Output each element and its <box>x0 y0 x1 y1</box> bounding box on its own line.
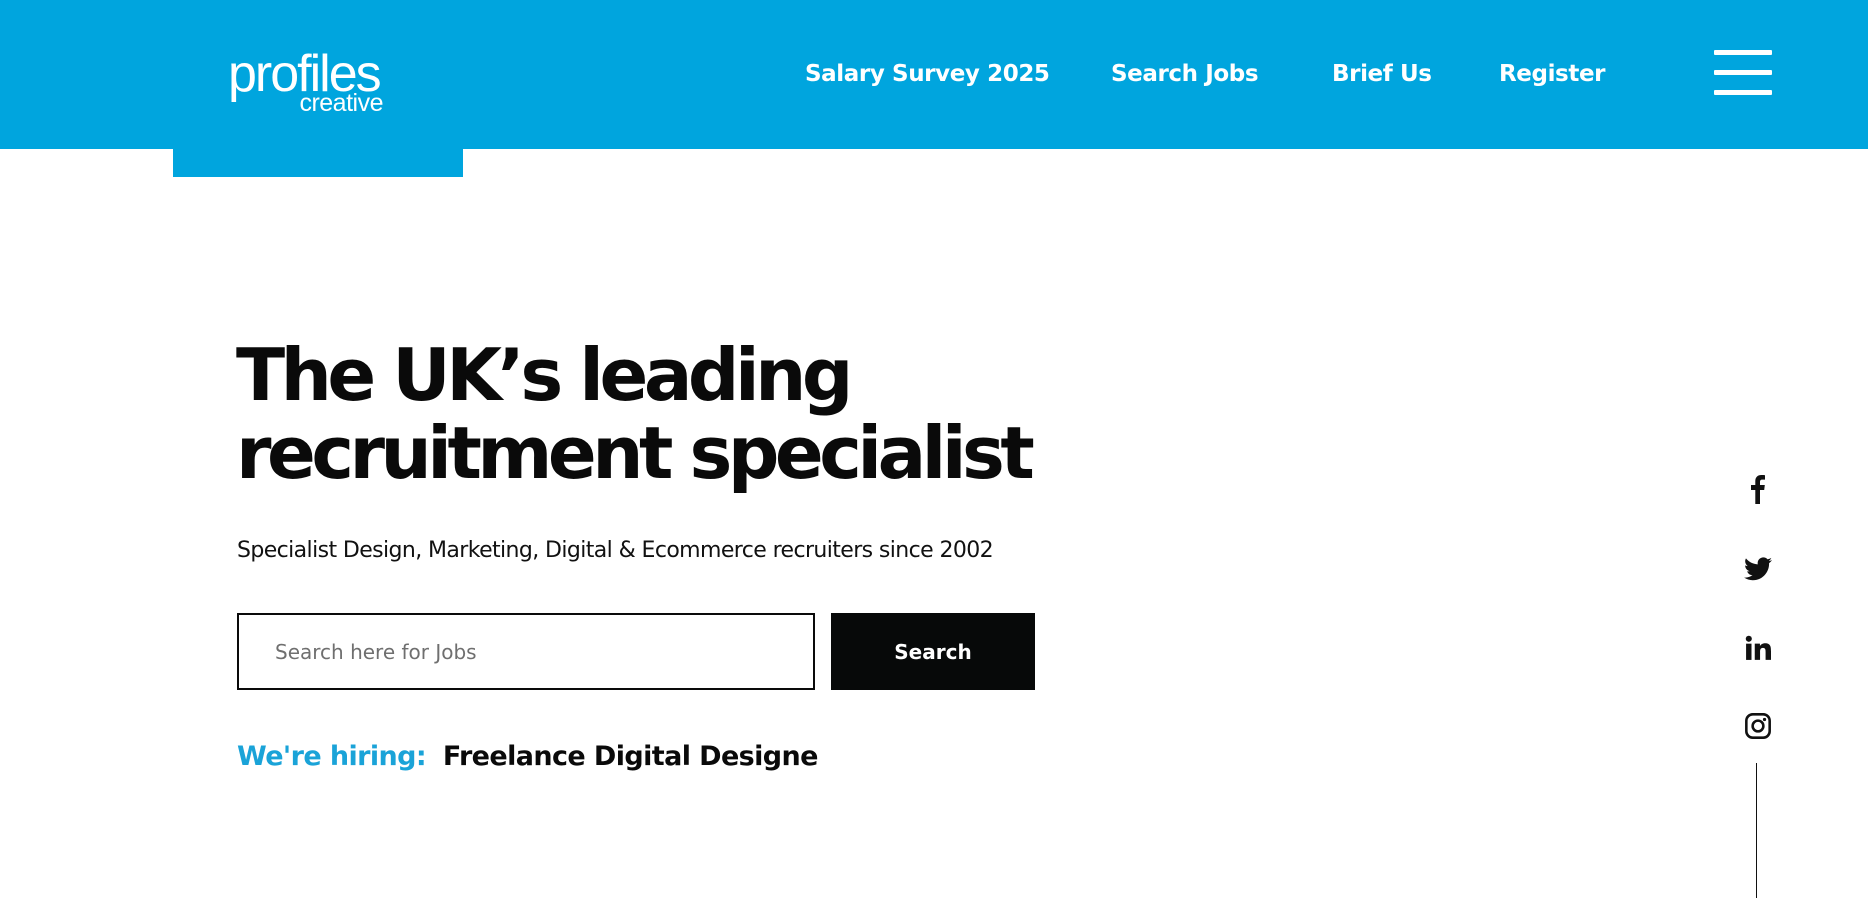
hero-headline: The UK’s leading recruitment specialist <box>236 336 1136 492</box>
site-header: profiles creative Salary Survey 2025 Sea… <box>0 0 1868 149</box>
menu-bar <box>1714 50 1772 55</box>
headline-line-2: recruitment specialist <box>236 411 1035 495</box>
hero-subheadline: Specialist Design, Marketing, Digital & … <box>237 538 994 563</box>
nav-register[interactable]: Register <box>1499 57 1605 91</box>
header-tab-accent <box>173 149 463 177</box>
menu-bar <box>1714 90 1772 95</box>
page: profiles creative Salary Survey 2025 Sea… <box>0 0 1868 898</box>
search-button[interactable]: Search <box>831 613 1035 690</box>
hiring-role-link[interactable]: Freelance Digital Designe <box>443 741 819 772</box>
instagram-icon[interactable] <box>1740 708 1776 744</box>
nav-brief-us[interactable]: Brief Us <box>1332 57 1432 91</box>
job-search-input[interactable] <box>237 613 815 690</box>
menu-bar <box>1714 70 1772 75</box>
hamburger-menu-icon[interactable] <box>1714 50 1772 96</box>
nav-salary-survey[interactable]: Salary Survey 2025 <box>805 57 1050 91</box>
hiring-label: We're hiring: <box>237 741 427 772</box>
logo-subtitle: creative <box>299 89 383 117</box>
twitter-icon[interactable] <box>1740 551 1776 587</box>
facebook-icon[interactable] <box>1740 471 1776 507</box>
hiring-ticker: We're hiring: Freelance Digital Designe <box>237 740 818 774</box>
nav-search-jobs[interactable]: Search Jobs <box>1111 57 1259 91</box>
linkedin-icon[interactable] <box>1740 630 1776 666</box>
headline-line-1: The UK’s leading <box>236 333 853 417</box>
profiles-creative-logo[interactable]: profiles creative <box>228 48 398 118</box>
social-divider-line <box>1756 763 1757 898</box>
